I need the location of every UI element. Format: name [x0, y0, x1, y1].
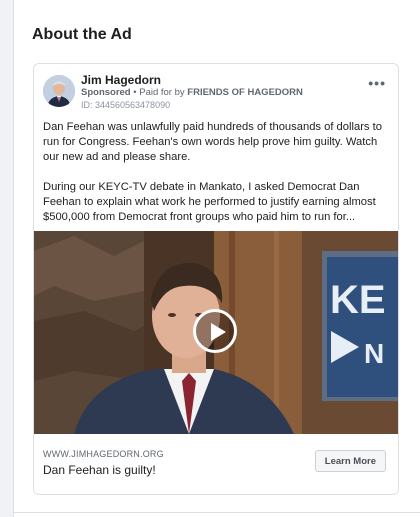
paid-for-prefix: • Paid for by	[130, 87, 188, 98]
link-headline[interactable]: Dan Feehan is guilty!	[43, 463, 156, 477]
ad-body-paragraph: Dan Feehan was unlawfully paid hundreds …	[43, 121, 382, 163]
ad-header: Jim Hagedorn Sponsored • Paid for by FRI…	[34, 64, 398, 114]
ad-video[interactable]: KE N	[34, 231, 398, 434]
advertiser-avatar[interactable]	[43, 75, 75, 107]
sponsor-line: Sponsored • Paid for by FRIENDS OF HAGED…	[81, 87, 303, 98]
about-the-ad-panel: About the Ad Jim Hagedorn Sponsored • Pa…	[13, 0, 420, 517]
avatar-portrait-image	[43, 75, 75, 107]
sponsored-label: Sponsored	[81, 87, 131, 98]
svg-text:N: N	[364, 338, 384, 369]
advertiser-name[interactable]: Jim Hagedorn	[81, 73, 161, 87]
ad-id: ID: 344560563478090	[81, 100, 171, 110]
paid-for-by-name: FRIENDS OF HAGEDORN	[187, 87, 303, 98]
divider	[14, 512, 420, 513]
play-button[interactable]	[193, 309, 237, 353]
section-title: About the Ad	[32, 26, 132, 43]
learn-more-button[interactable]: Learn More	[314, 450, 386, 472]
ad-preview-card: Jim Hagedorn Sponsored • Paid for by FRI…	[33, 63, 399, 495]
link-display-url[interactable]: WWW.JIMHAGEDORN.ORG	[43, 449, 164, 459]
ad-body-paragraph: During our KEYC-TV debate in Mankato, I …	[43, 181, 376, 223]
keyc-sign-text: KE	[330, 278, 386, 322]
more-options-button[interactable]: •••	[368, 76, 386, 90]
ad-link-footer[interactable]: WWW.JIMHAGEDORN.ORG Dan Feehan is guilty…	[34, 434, 398, 494]
ad-body-text: Dan Feehan was unlawfully paid hundreds …	[43, 120, 391, 240]
play-icon	[211, 323, 226, 341]
